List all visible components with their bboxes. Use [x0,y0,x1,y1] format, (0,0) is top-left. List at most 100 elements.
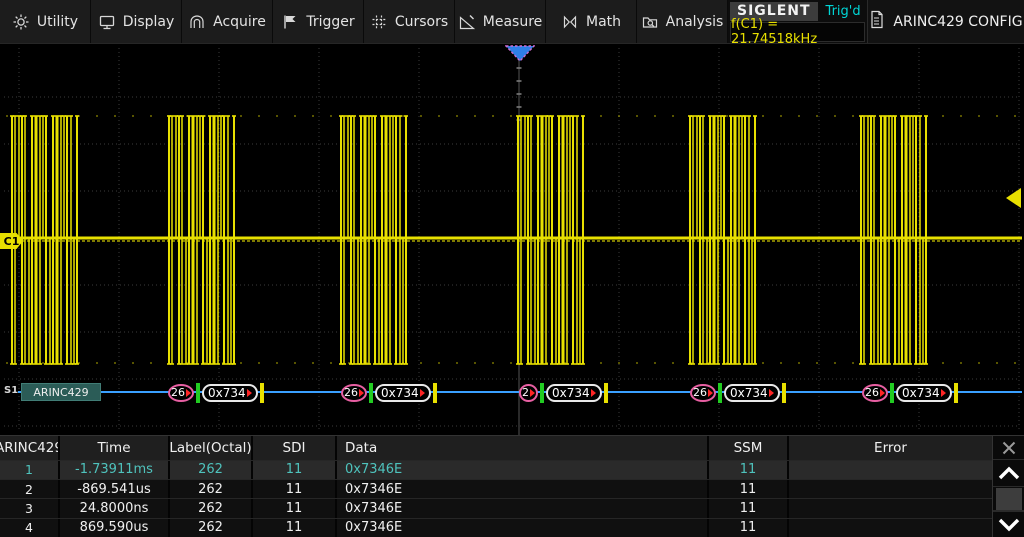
truncation-arrow-icon [359,389,364,397]
table-cell: 11 [253,461,337,479]
column-header-sdi: SDI [253,436,337,460]
trigger-flag-icon [281,13,299,31]
decode-frame: 26 0x734 [690,382,786,403]
close-table-button[interactable] [993,436,1024,459]
table-row[interactable]: 1-1.73911ms262110x7346E11 [0,460,992,479]
decode-frame: 2 0x734 [519,382,608,403]
column-header-ssm: SSM [709,436,789,460]
decode-result-table: ARINC429TimeLabel(Octal)SDIDataSSMError1… [0,435,1024,537]
status-block: SIGLENT Trig'd f(C1) = 21.74518kHz [728,0,868,43]
table-cell: 262 [170,519,253,537]
decode-frame: 260x734 [168,382,264,403]
decode-data-bubble: 0x734 [375,384,431,402]
decode-label-bubble: 26 [690,384,716,402]
table-cell [789,519,992,537]
scroll-track[interactable] [993,486,1024,511]
table-cell: 0x7346E [337,519,709,537]
truncation-arrow-icon [769,389,774,397]
menu-item-display[interactable]: Display [91,0,182,43]
truncation-arrow-icon [247,389,252,397]
menu-item-analysis[interactable]: Analysis [637,0,728,43]
menu-item-math[interactable]: Math [546,0,637,43]
scroll-down-button[interactable] [993,511,1024,537]
arinc429-config-button[interactable]: ARINC429 CONFIG [868,0,1024,43]
math-icon [561,13,579,31]
table-cell: -1.73911ms [60,461,170,479]
measure-icon [458,13,476,31]
table-row[interactable]: 2-869.541us262110x7346E11 [0,479,992,498]
acquire-icon [188,13,206,31]
menubar: Utility Display Acquire Trigger Cursors Measu… [0,0,1024,43]
truncation-arrow-icon [880,389,885,397]
scroll-up-button[interactable] [993,459,1024,485]
table-cell: 262 [170,499,253,517]
frame-start-marker [369,383,373,403]
table-cell: 0x7346E [337,480,709,498]
table-cell: 11 [709,480,789,498]
menu-item-utility[interactable]: Utility [0,0,91,43]
channel1-waveform [0,44,1024,436]
chevron-up-icon [996,465,1022,482]
table-cell: 3 [0,499,60,517]
table-cell: 262 [170,461,253,479]
trigger-position-marker[interactable] [505,45,535,62]
table-cell: 11 [253,480,337,498]
decode-label-bubble: 2 [519,384,538,402]
waveform-display-area: C1 S1 ARINC429 260x734260x73420x734260x7… [0,43,1024,435]
decode-data-bubble: 0x734 [724,384,780,402]
trigger-level-marker[interactable] [1006,188,1021,208]
oscilloscope-screen: Utility Display Acquire Trigger Cursors Measu… [0,0,1024,537]
truncation-arrow-icon [591,389,596,397]
frame-end-marker [260,383,264,403]
menu-item-cursors[interactable]: Cursors [364,0,455,43]
table-cell: 1 [0,461,60,479]
menu-item-label: Display [123,14,175,30]
decode-label-bubble: 26 [862,384,888,402]
decode-frame: 260x734 [862,382,958,403]
menu-item-trigger[interactable]: Trigger [273,0,364,43]
table-cell: 0x7346E [337,461,709,479]
menu-item-label: Acquire [213,14,266,30]
table-cell: 4 [0,519,60,537]
menu-item-label: Measure [483,14,543,30]
frame-end-marker [954,383,958,403]
table-cell [789,461,992,479]
frame-end-marker [604,383,608,403]
table-cell: 2 [0,480,60,498]
table-cell [789,480,992,498]
menu-item-label: Utility [37,14,78,30]
frame-end-marker [782,383,786,403]
table-cell: 0x7346E [337,499,709,517]
column-header-label-octal-: Label(Octal) [170,436,253,460]
truncation-arrow-icon [708,389,713,397]
truncation-arrow-icon [420,389,425,397]
decode-data-bubble: 0x734 [546,384,602,402]
table-header-row: ARINC429TimeLabel(Octal)SDIDataSSMError [0,436,992,460]
column-header-data: Data [337,436,709,460]
table-cell: 869.590us [60,519,170,537]
frame-start-marker [196,383,200,403]
scroll-thumb[interactable] [996,488,1022,510]
menu-item-label: Trigger [306,14,354,30]
menu-item-acquire[interactable]: Acquire [182,0,273,43]
table-cell: 11 [253,519,337,537]
table-row[interactable]: 4869.590us262110x7346E11 [0,518,992,537]
chevron-down-icon [996,516,1022,533]
gear-icon [12,13,30,31]
table-cell [789,499,992,517]
cursors-icon [370,13,388,31]
frame-start-marker [890,383,894,403]
frame-start-marker [540,383,544,403]
menu-item-measure[interactable]: Measure [455,0,546,43]
truncation-arrow-icon [530,389,535,397]
menu-item-label: Math [586,14,621,30]
table-row[interactable]: 324.8000ns262110x7346E11 [0,498,992,517]
analysis-icon [641,13,659,31]
menu-item-label: Analysis [666,14,724,30]
menu-item-label: Cursors [395,14,448,30]
table-scrollbar [992,436,1024,537]
table-cell: 11 [709,461,789,479]
config-button-label: ARINC429 CONFIG [893,14,1022,30]
table-cell: -869.541us [60,480,170,498]
frame-start-marker [718,383,722,403]
